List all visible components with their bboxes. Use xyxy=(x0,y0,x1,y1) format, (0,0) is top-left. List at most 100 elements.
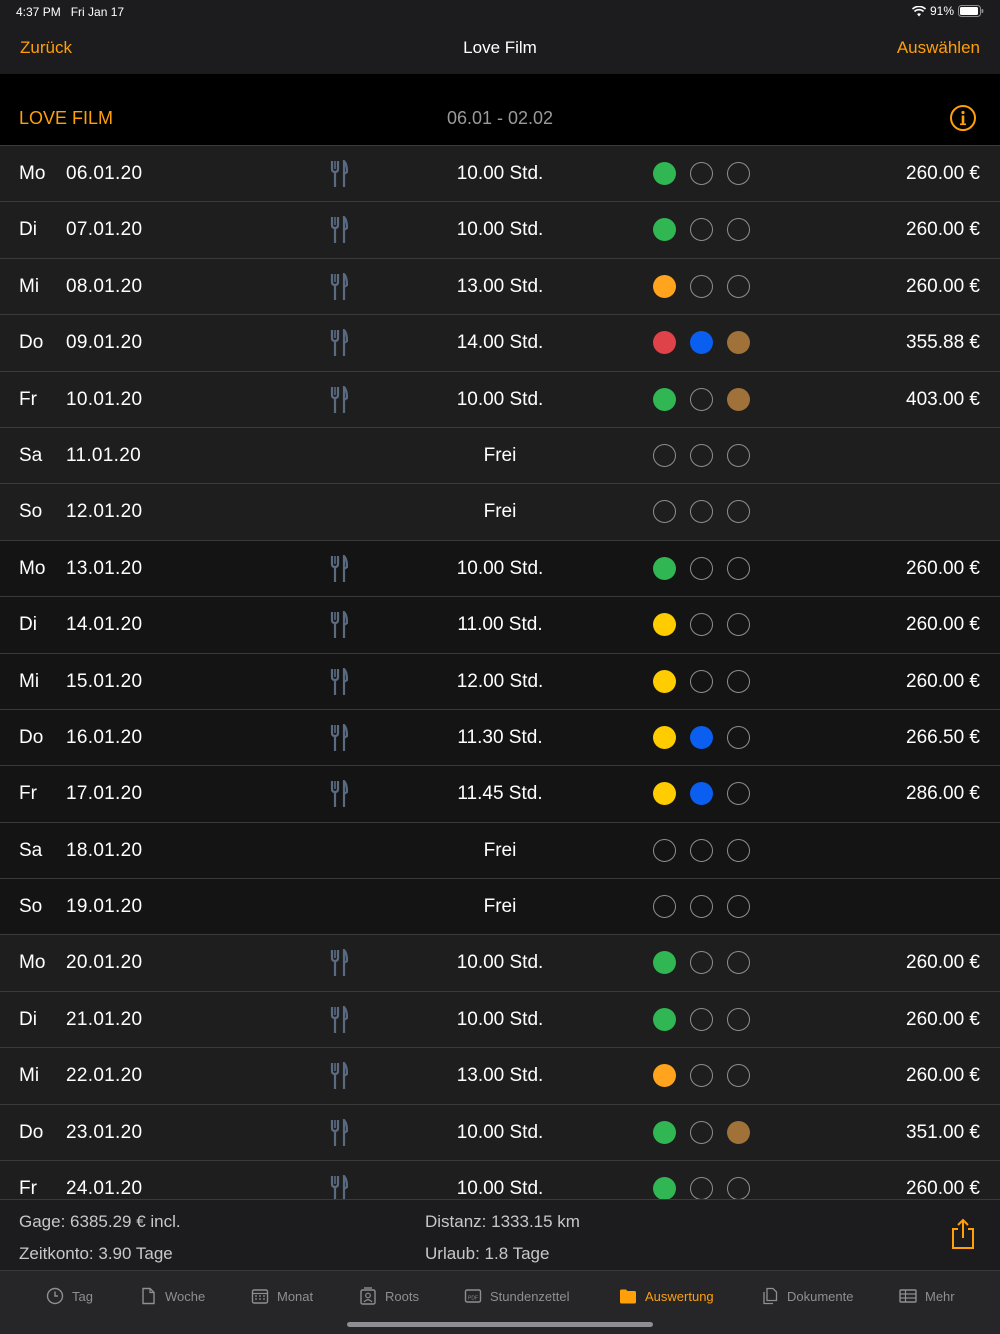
meal-icon xyxy=(330,1004,349,1034)
status-dot-empty xyxy=(690,162,713,185)
day-row[interactable]: Di 14.01.20 11.00 Std. 260.00 € xyxy=(0,597,1000,654)
day-row[interactable]: Do 09.01.20 14.00 Std. 355.88 € xyxy=(0,315,1000,372)
status-dot-empty xyxy=(690,1120,713,1144)
day-row[interactable]: Mo 13.01.20 10.00 Std. 260.00 € xyxy=(0,540,1000,598)
select-button[interactable]: Auswählen xyxy=(897,38,980,58)
amount: 260.00 € xyxy=(906,1178,980,1199)
hours: 11.45 Std. xyxy=(457,783,543,805)
day-row[interactable]: Di 21.01.20 10.00 Std. 260.00 € xyxy=(0,991,1000,1049)
status-dot-empty xyxy=(690,443,713,467)
date: 12.01.20 xyxy=(66,501,143,523)
day-row[interactable]: Fr 10.01.20 10.00 Std. 403.00 € xyxy=(0,371,1000,428)
amount: 403.00 € xyxy=(906,388,980,410)
status-dots xyxy=(653,1177,750,1199)
weekday: Do xyxy=(19,1121,44,1143)
day-list[interactable]: Mo 06.01.20 10.00 Std. 260.00 € Di 07.01.20 10… xyxy=(0,146,1000,1199)
date: 15.01.20 xyxy=(66,670,143,692)
weekday: Mo xyxy=(19,557,46,579)
amount: 260.00 € xyxy=(906,275,980,297)
day-row[interactable]: Mi 08.01.20 13.00 Std. 260.00 € xyxy=(0,258,1000,316)
status-dot xyxy=(690,725,713,749)
status-dot xyxy=(653,782,676,806)
status-dot xyxy=(727,387,750,411)
day-row[interactable]: Di 07.01.20 10.00 Std. 260.00 € xyxy=(0,202,1000,259)
tab-dokumente[interactable]: Dokumente xyxy=(761,1287,853,1305)
hours: 14.00 Std. xyxy=(456,332,544,354)
status-dots xyxy=(653,782,750,806)
nav-title: Love Film xyxy=(463,38,537,57)
status-dots xyxy=(653,387,750,411)
status-dots xyxy=(653,218,750,242)
status-dot-empty xyxy=(727,895,750,919)
status-dots xyxy=(653,443,750,467)
status-dots xyxy=(653,500,750,524)
tab-label: Monat xyxy=(277,1288,314,1304)
status-dot-empty xyxy=(727,1177,750,1199)
hours: 13.00 Std. xyxy=(456,275,544,297)
status-dot-empty xyxy=(653,500,676,524)
status-dot-empty xyxy=(690,1007,713,1031)
tab-label: Woche xyxy=(165,1288,206,1304)
tab-roots[interactable]: Roots xyxy=(359,1287,419,1305)
status-dot xyxy=(653,162,676,185)
day-row[interactable]: So 12.01.20 Frei xyxy=(0,484,1000,541)
day-row[interactable]: Mi 15.01.20 12.00 Std. 260.00 € xyxy=(0,653,1000,710)
tab-bar: Tag Woche Monat Roots PDF Stundenzettel Auswer… xyxy=(0,1270,1000,1334)
tab-tag[interactable]: Tag xyxy=(46,1287,93,1305)
status-dot-empty xyxy=(727,500,750,524)
weekday: Fr xyxy=(19,783,37,805)
status-dot-empty xyxy=(653,838,676,862)
day-row[interactable]: Mo 20.01.20 10.00 Std. 260.00 € xyxy=(0,935,1000,992)
status-dot xyxy=(653,1177,676,1199)
weekday: Mo xyxy=(19,163,46,184)
day-row[interactable]: Sa 11.01.20 Frei xyxy=(0,427,1000,485)
weekday: Di xyxy=(19,614,37,636)
status-dot-empty xyxy=(653,443,676,467)
tab-mehr[interactable]: Mehr xyxy=(899,1287,955,1305)
amount: 260.00 € xyxy=(906,1008,980,1030)
tab-auswertung[interactable]: Auswertung xyxy=(619,1287,714,1305)
status-dot xyxy=(653,1007,676,1031)
tab-stundenzettel[interactable]: PDF Stundenzettel xyxy=(464,1287,570,1305)
tab-woche[interactable]: Woche xyxy=(139,1287,205,1305)
status-dot-empty xyxy=(727,838,750,862)
status-dot-empty xyxy=(727,443,750,467)
day-row[interactable]: Do 23.01.20 10.00 Std. 351.00 € xyxy=(0,1104,1000,1162)
status-time: 4:37 PM Fri Jan 17 xyxy=(16,5,125,19)
day-row[interactable]: Fr 24.01.20 10.00 Std. 260.00 € xyxy=(0,1161,1000,1199)
status-bar: 4:37 PM Fri Jan 17 91% xyxy=(0,0,1000,24)
status-dot-empty xyxy=(727,274,750,298)
folder-icon xyxy=(619,1287,637,1305)
date: 14.01.20 xyxy=(66,614,143,636)
day-row[interactable]: Fr 17.01.20 11.45 Std. 286.00 € xyxy=(0,766,1000,823)
hours: 10.00 Std. xyxy=(456,163,544,184)
amount: 351.00 € xyxy=(906,1121,980,1143)
day-row[interactable]: Do 16.01.20 11.30 Std. 266.50 € xyxy=(0,709,1000,767)
status-dot xyxy=(653,218,676,242)
date: 09.01.20 xyxy=(66,332,143,354)
day-row[interactable]: Mo 06.01.20 10.00 Std. 260.00 € xyxy=(0,146,1000,203)
day-row[interactable]: Sa 18.01.20 Frei xyxy=(0,822,1000,880)
status-dot-empty xyxy=(727,1064,750,1088)
day-row[interactable]: So 19.01.20 Frei xyxy=(0,879,1000,936)
weekday: Mi xyxy=(19,1065,40,1087)
weekday: Mo xyxy=(19,952,46,974)
status-dot xyxy=(653,556,676,580)
amount: 260.00 € xyxy=(906,219,980,241)
day-row[interactable]: Mi 22.01.20 13.00 Std. 260.00 € xyxy=(0,1048,1000,1105)
tab-monat[interactable]: Monat xyxy=(251,1287,313,1305)
amount: 260.00 € xyxy=(906,614,980,636)
amount: 260.00 € xyxy=(906,952,980,974)
hours: Frei xyxy=(483,896,517,918)
status-dot-empty xyxy=(690,387,713,411)
info-icon[interactable] xyxy=(949,104,977,132)
hours: 11.00 Std. xyxy=(457,614,543,636)
hours: 11.30 Std. xyxy=(457,726,543,748)
document-icon xyxy=(139,1287,157,1305)
status-dot-empty xyxy=(727,951,750,975)
date: 13.01.20 xyxy=(66,557,143,579)
share-icon[interactable] xyxy=(950,1218,976,1250)
pdf-icon: PDF xyxy=(464,1287,482,1305)
section-header: LOVE FILM 06.01 - 02.02 xyxy=(0,74,1000,146)
svg-text:PDF: PDF xyxy=(468,1296,478,1302)
